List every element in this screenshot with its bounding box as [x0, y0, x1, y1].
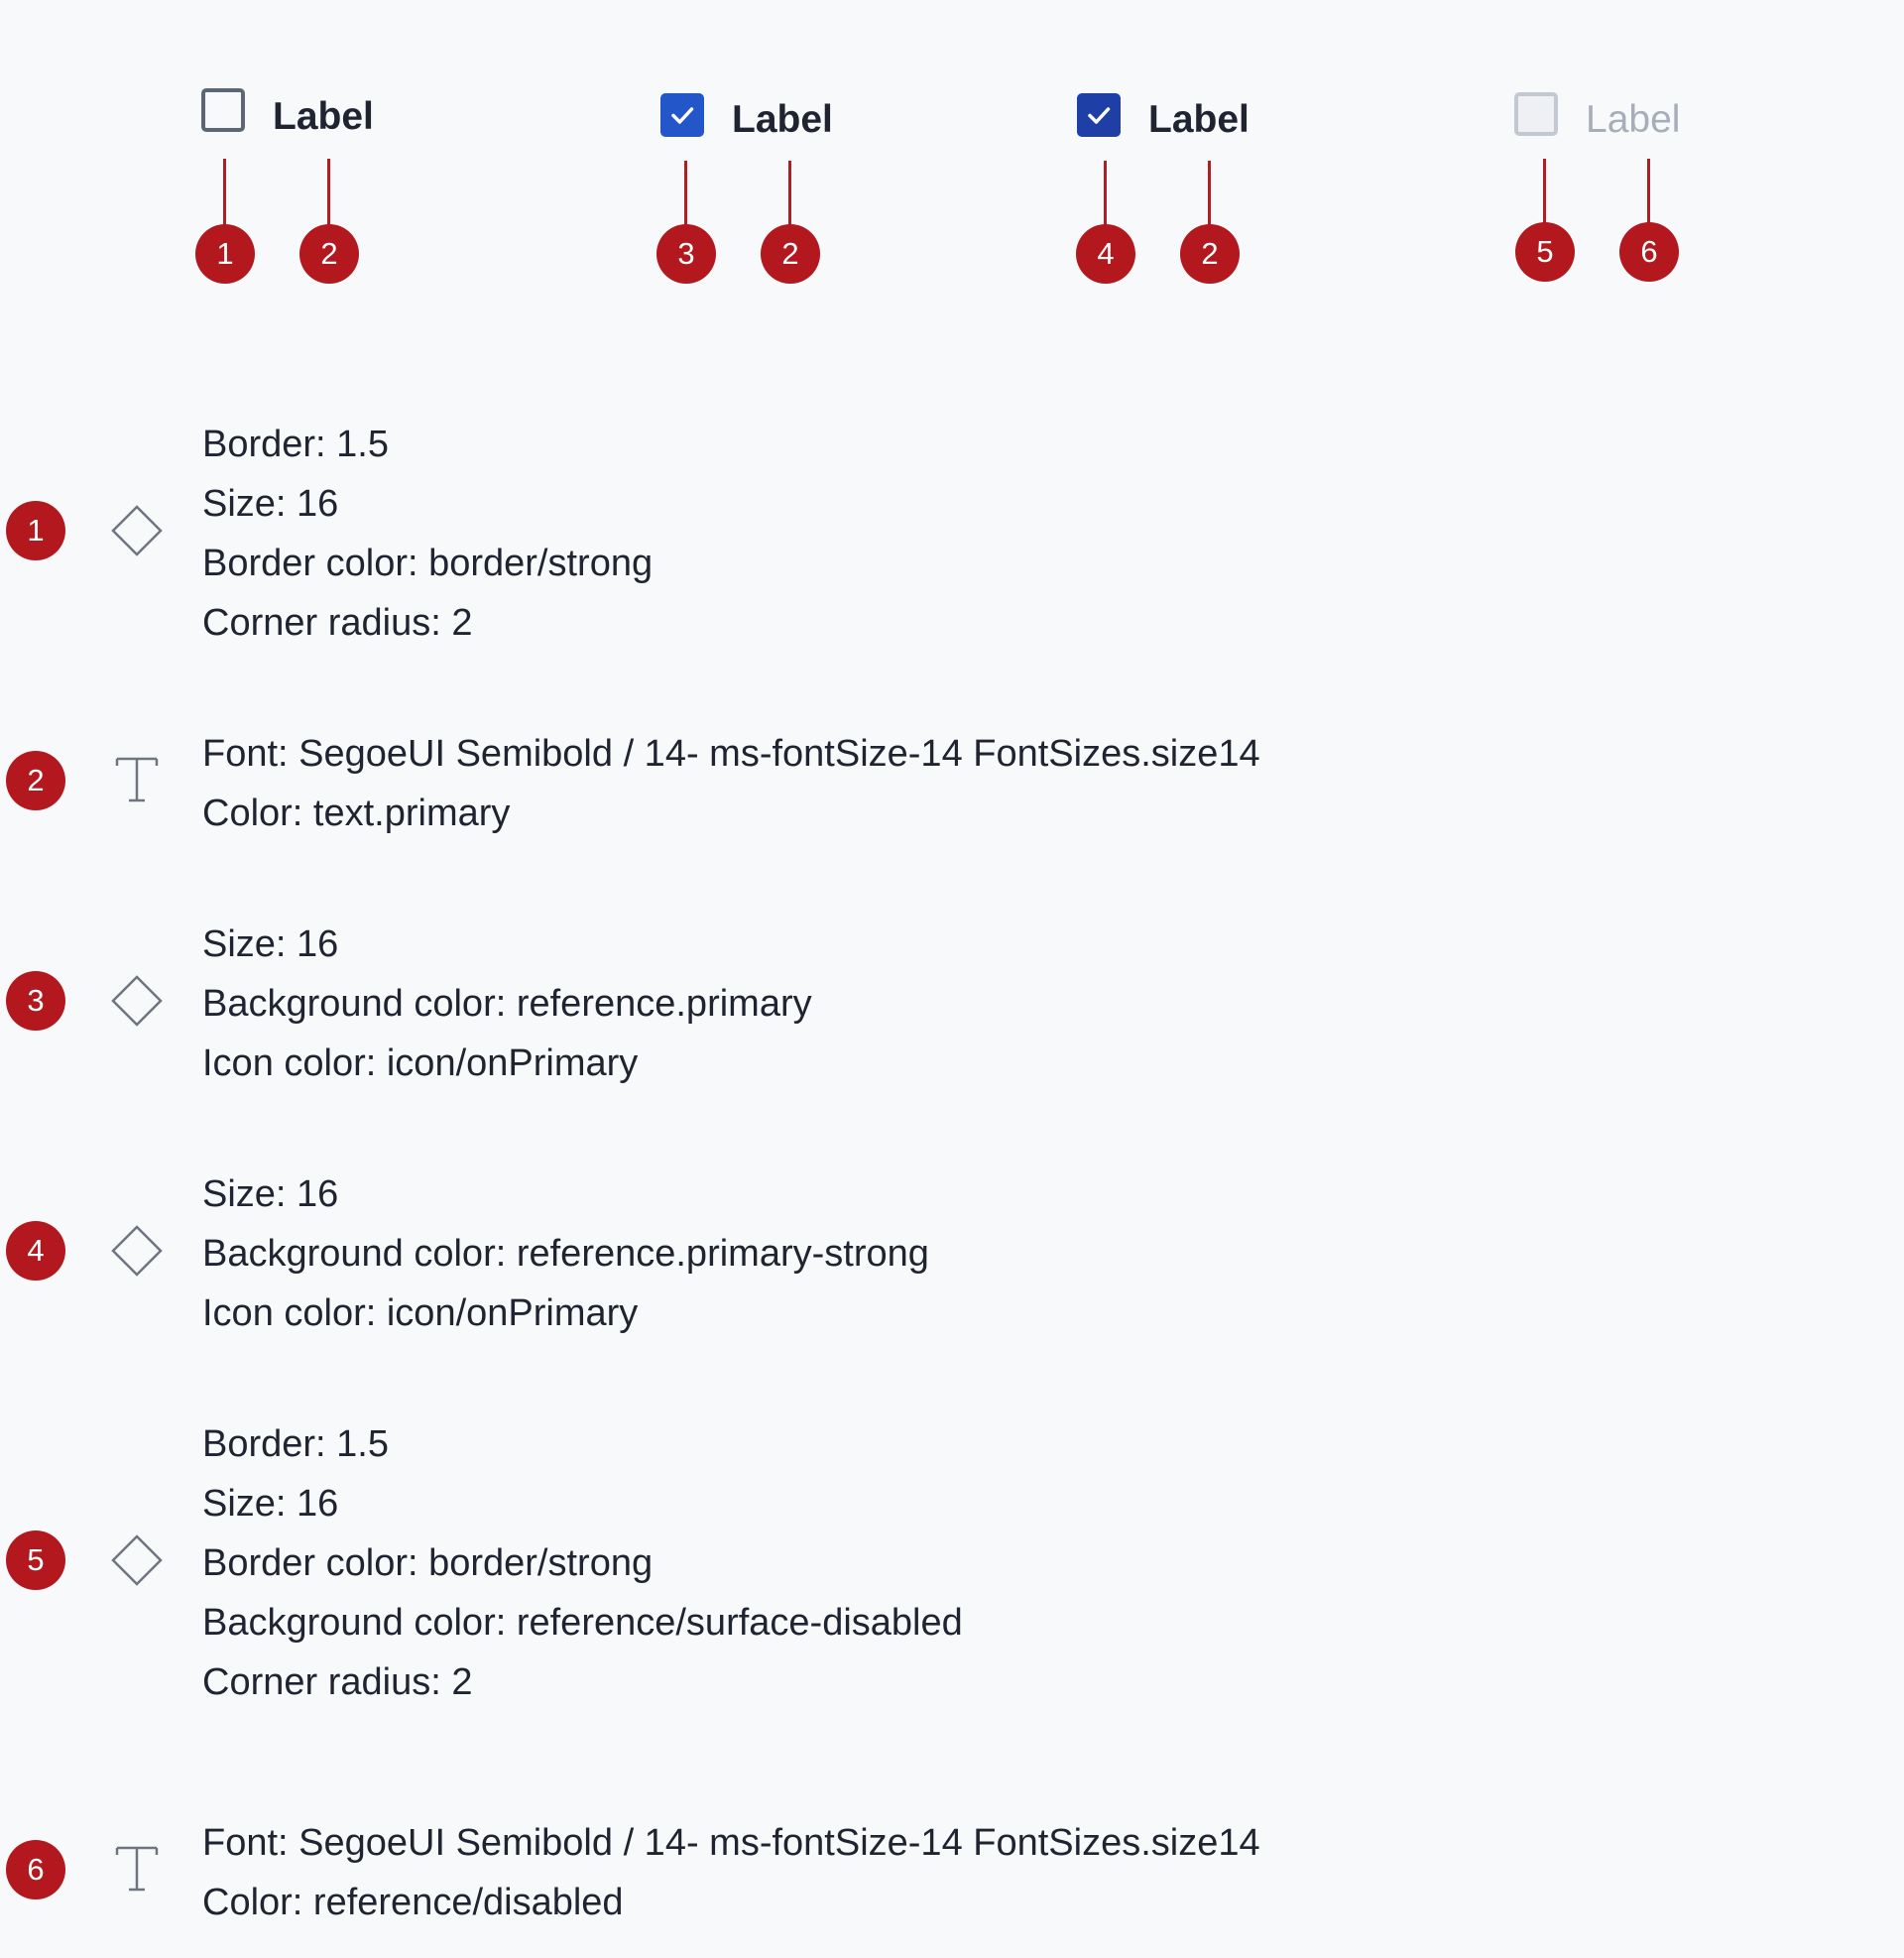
checkmark-icon — [1088, 107, 1111, 124]
spec-number-badge: 1 — [6, 501, 65, 560]
marker-badge: 5 — [1515, 222, 1575, 282]
spec-details: Font: SegoeUI Semibold / 14- ms-fontSize… — [202, 724, 1260, 843]
spec-number-badge: 6 — [6, 1840, 65, 1899]
text-icon — [115, 1846, 159, 1892]
spec-line: Border: 1.5 — [202, 424, 389, 465]
spec-details: Font: SegoeUI Semibold / 14- ms-fontSize… — [202, 1813, 1260, 1932]
spec-line: Background color: reference/surface-disa… — [202, 1602, 963, 1644]
checkbox-label: Label — [1148, 98, 1250, 141]
marker-badge: 2 — [299, 224, 359, 284]
spec-number-badge: 2 — [6, 751, 65, 810]
diamond-icon — [111, 1534, 163, 1586]
checkbox-label-disabled: Label — [1586, 98, 1681, 141]
checkbox-unchecked[interactable] — [201, 88, 245, 132]
checkbox-checked[interactable] — [660, 93, 704, 137]
diamond-icon — [111, 505, 163, 556]
marker-badge: 2 — [1180, 224, 1240, 284]
spec-details: Border: 1.5 Size: 16 Border color: borde… — [202, 1414, 963, 1712]
leader-line — [1208, 161, 1211, 228]
spec-line: Color: text.primary — [202, 793, 511, 834]
spec-details: Size: 16 Background color: reference.pri… — [202, 1164, 929, 1343]
spec-line: Corner radius: 2 — [202, 602, 473, 644]
leader-line — [1647, 159, 1650, 226]
leader-line — [684, 161, 687, 228]
spec-number-badge: 4 — [6, 1221, 65, 1281]
spec-line: Icon color: icon/onPrimary — [202, 1292, 639, 1334]
text-icon — [115, 757, 159, 802]
leader-line — [1104, 161, 1107, 228]
spec-line: Size: 16 — [202, 1483, 339, 1525]
spec-line: Icon color: icon/onPrimary — [202, 1042, 639, 1084]
marker-badge: 1 — [195, 224, 255, 284]
spec-line: Border: 1.5 — [202, 1423, 389, 1465]
checkbox-label: Label — [732, 98, 833, 141]
marker-badge: 3 — [656, 224, 716, 284]
leader-line — [1543, 159, 1546, 226]
diamond-icon — [111, 1225, 163, 1277]
spec-number-badge: 3 — [6, 971, 65, 1031]
marker-badge: 6 — [1619, 222, 1679, 282]
checkbox-checked-strong[interactable] — [1077, 93, 1121, 137]
spec-line: Background color: reference.primary — [202, 983, 812, 1025]
spec-line: Color: reference/disabled — [202, 1882, 624, 1923]
checkbox-disabled — [1514, 92, 1558, 136]
spec-line: Size: 16 — [202, 483, 339, 525]
spec-number-badge: 5 — [6, 1530, 65, 1590]
leader-line — [327, 159, 330, 228]
spec-line: Corner radius: 2 — [202, 1661, 473, 1703]
leader-line — [223, 159, 226, 228]
checkmark-icon — [671, 107, 694, 124]
spec-line: Size: 16 — [202, 923, 339, 965]
spec-line: Border color: border/strong — [202, 1542, 654, 1584]
spec-line: Font: SegoeUI Semibold / 14- ms-fontSize… — [202, 733, 1260, 775]
checkbox-label: Label — [273, 95, 374, 138]
diamond-icon — [111, 975, 163, 1027]
marker-badge: 4 — [1076, 224, 1135, 284]
leader-line — [788, 161, 791, 228]
spec-details: Size: 16 Background color: reference.pri… — [202, 915, 812, 1093]
spec-line: Background color: reference.primary-stro… — [202, 1233, 929, 1275]
spec-line: Size: 16 — [202, 1173, 339, 1215]
spec-line: Font: SegoeUI Semibold / 14- ms-fontSize… — [202, 1822, 1260, 1864]
spec-line: Border color: border/strong — [202, 543, 654, 584]
spec-details: Border: 1.5 Size: 16 Border color: borde… — [202, 415, 653, 653]
marker-badge: 2 — [761, 224, 820, 284]
